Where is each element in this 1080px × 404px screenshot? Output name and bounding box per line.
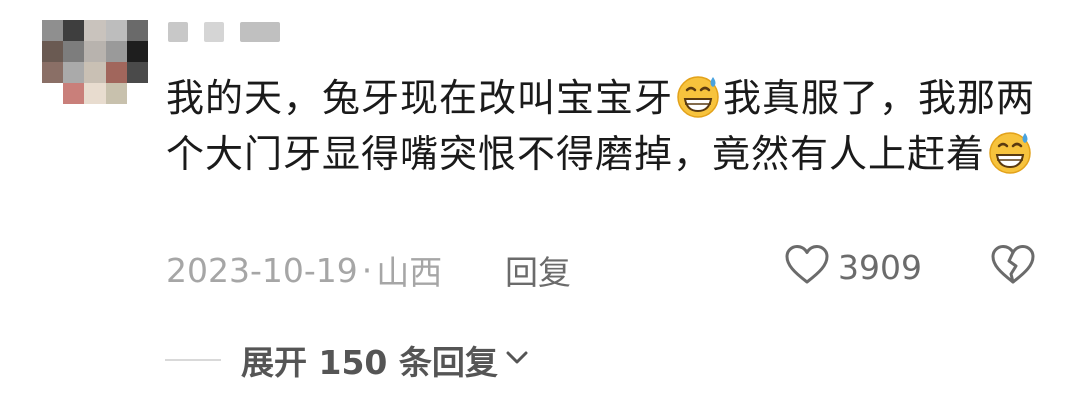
avatar-pixel [42, 41, 64, 62]
avatar-pixel [126, 41, 148, 62]
avatar-pixel [84, 83, 106, 104]
grinning-face-with-sweat-icon [987, 129, 1033, 175]
username-redacted[interactable] [168, 22, 280, 42]
username-block [240, 22, 280, 42]
avatar-pixel [42, 20, 64, 41]
comment-date: 2023-10-19 [166, 250, 358, 290]
comment-location: 山西 [376, 253, 443, 292]
avatar-pixel [63, 41, 85, 62]
username-block [204, 22, 224, 42]
avatar-pixel [126, 83, 148, 104]
avatar-pixel [105, 20, 127, 41]
avatar[interactable] [42, 20, 148, 104]
comment-text: 我的天，兔牙现在改叫宝宝牙 我真服了，我那两个大门牙显得嘴突恨不得磨掉，竟然有人上… [166, 70, 1046, 182]
username-block [168, 22, 188, 42]
like-count: 3909 [838, 247, 922, 287]
divider-line [165, 359, 221, 361]
reply-button[interactable]: 回复 [505, 246, 571, 294]
grinning-face-with-sweat-icon [675, 73, 721, 119]
chevron-down-icon[interactable] [504, 348, 530, 372]
comment-meta: 2023-10-19 · 山西 [166, 246, 442, 294]
avatar-pixel [126, 62, 148, 83]
avatar-pixel [84, 62, 106, 83]
dislike-button[interactable] [990, 244, 1036, 290]
avatar-pixel [105, 62, 127, 83]
avatar-pixel [63, 62, 85, 83]
avatar-pixel [42, 62, 64, 83]
avatar-pixel [42, 83, 64, 104]
comment-card: 我的天，兔牙现在改叫宝宝牙 我真服了，我那两个大门牙显得嘴突恨不得磨掉，竟然有人上… [0, 0, 1080, 404]
avatar-pixel [84, 41, 106, 62]
expand-replies-label[interactable]: 展开 150 条回复 [241, 336, 498, 384]
like-button[interactable]: 3909 [784, 244, 922, 290]
avatar-pixel [105, 41, 127, 62]
avatar-pixel [84, 20, 106, 41]
comment-text-part-1: 我的天，兔牙现在改叫宝宝牙 [166, 76, 674, 120]
heart-icon [784, 244, 830, 290]
broken-heart-icon [990, 245, 1036, 290]
avatar-pixel [126, 20, 148, 41]
meta-separator: · [361, 250, 373, 290]
expand-replies[interactable]: 展开 150 条回复 [165, 336, 530, 384]
avatar-pixel [63, 20, 85, 41]
avatar-pixel [63, 83, 85, 104]
avatar-pixel [105, 83, 127, 104]
